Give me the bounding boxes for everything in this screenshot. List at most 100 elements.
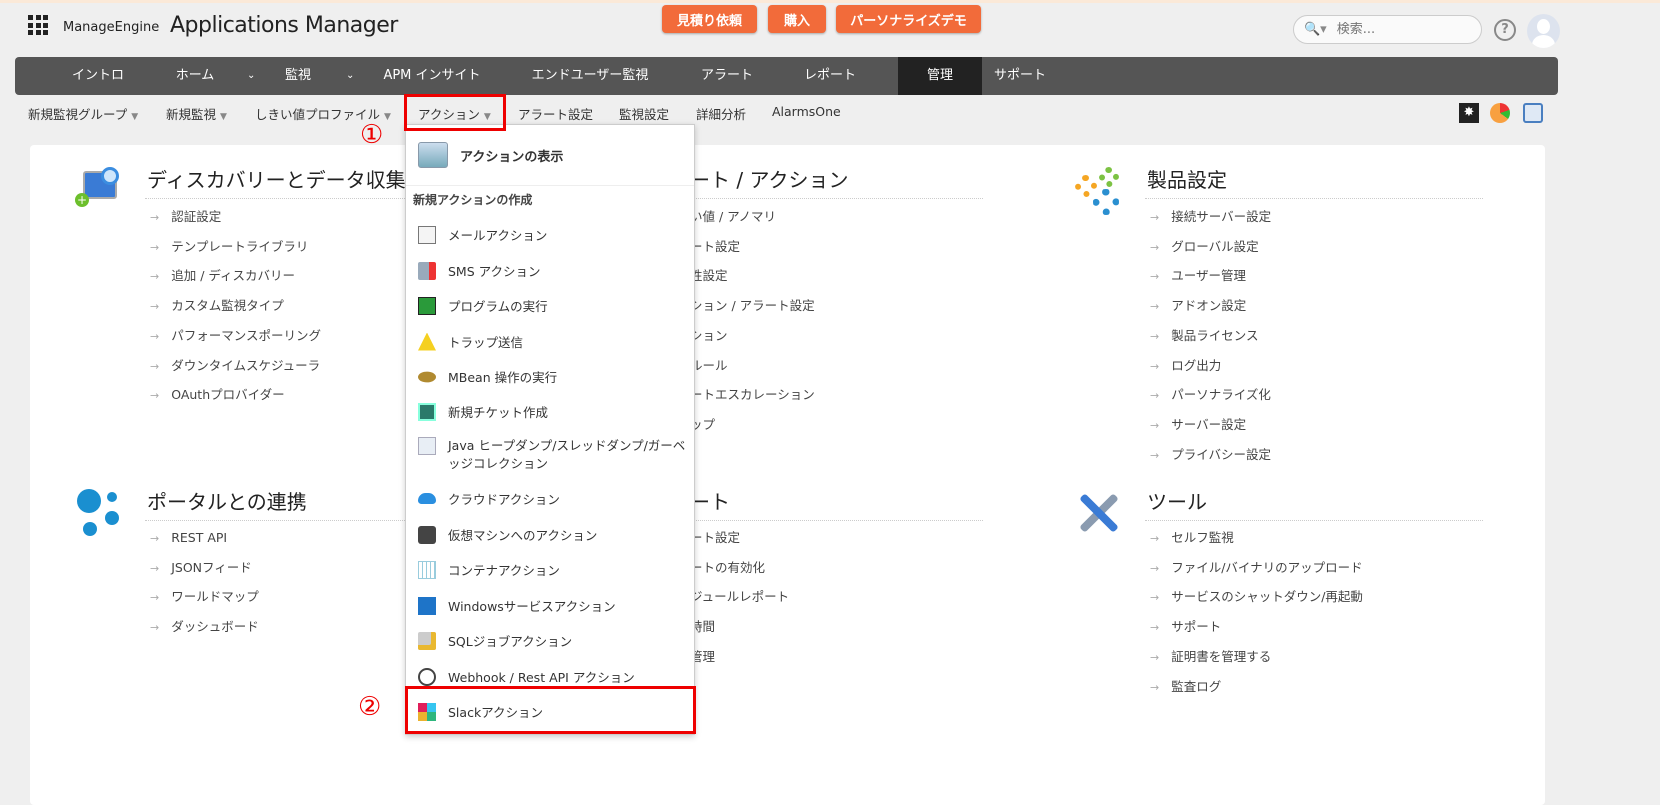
dropdown-item-sms[interactable]: SMS アクション (418, 261, 541, 280)
view-actions-item[interactable]: アクションの表示 (418, 142, 563, 168)
menu-link[interactable]: → 認証設定 (150, 206, 221, 225)
menu-link[interactable]: ション / アラート設定 (690, 295, 815, 314)
dropdown-item-cloud[interactable]: クラウドアクション (418, 489, 560, 508)
tools-icon (1075, 489, 1125, 539)
nav-reports[interactable]: レポート (804, 57, 856, 95)
menu-link[interactable]: → ファイル/バイナリのアップロード (1150, 557, 1363, 576)
nav-admin[interactable]: 管理 (898, 57, 982, 95)
chevron-down-icon[interactable]: ⌄ (247, 57, 255, 95)
section-title-portal: ポータルとの連携 (147, 490, 307, 514)
pie-chart-icon[interactable] (1490, 103, 1510, 123)
menu-link[interactable]: → 製品ライセンス (1150, 325, 1258, 344)
program-icon (418, 296, 436, 315)
printer-icon[interactable] (1523, 103, 1543, 123)
menu-link[interactable]: → ログ出力 (1150, 355, 1221, 374)
link-label: ルール (690, 357, 728, 373)
arrow-icon: → (1150, 329, 1160, 343)
subnav-new-group[interactable]: 新規監視グループ ▼ (28, 104, 138, 123)
link-label: REST API (171, 530, 228, 545)
dropdown-item-vm[interactable]: 仮想マシンへのアクション (418, 525, 597, 544)
menu-link[interactable]: ートエスカレーション (690, 384, 815, 403)
menu-link[interactable]: → パーソナライズ化 (1150, 384, 1271, 403)
dropdown-item-sql[interactable]: SQLジョブアクション (418, 631, 572, 650)
menu-link[interactable]: → ダッシュボード (150, 616, 259, 635)
subnav-analytics[interactable]: 詳細分析 (696, 104, 746, 123)
dropdown-item-program[interactable]: プログラムの実行 (418, 296, 548, 315)
nav-home[interactable]: ホーム (176, 57, 215, 95)
user-avatar[interactable] (1527, 14, 1560, 48)
menu-link[interactable]: → 追加 / ディスカバリー (150, 265, 295, 284)
arrow-icon: → (150, 211, 160, 224)
dropdown-item-mbean[interactable]: MBean 操作の実行 (415, 367, 557, 386)
menu-link[interactable]: → ワールドマップ (150, 586, 259, 605)
buy-button[interactable]: 購入 (768, 5, 826, 33)
actions-dropdown-menu: アクションの表示 新規アクションの作成 メールアクション SMS アクションプログ… (405, 124, 695, 735)
dropdown-item-ticket[interactable]: 新規チケット作成 (418, 402, 548, 421)
menu-link[interactable]: → カスタム監視タイプ (150, 295, 284, 314)
search-box[interactable]: 🔍▾ (1293, 15, 1482, 44)
chevron-down-icon[interactable]: ⌄ (346, 57, 354, 95)
dropdown-item-java[interactable]: Java ヒープダンプ/スレッドダンプ/ガーベッジコレクション (418, 437, 693, 473)
quote-button[interactable]: 見積り依頼 (662, 5, 757, 33)
menu-link[interactable]: → JSONフィード (150, 557, 252, 576)
link-label: パフォーマンスポーリング (171, 327, 321, 343)
menu-link[interactable]: → 接続サーバー設定 (1150, 206, 1271, 225)
dropdown-item-warning[interactable]: トラップ送信 (418, 332, 523, 351)
menu-link[interactable]: → REST API (150, 527, 227, 546)
label: アクションの表示 (460, 149, 564, 165)
menu-link[interactable]: → セルフ監視 (1150, 527, 1234, 546)
menu-link[interactable]: → ユーザー管理 (1150, 265, 1246, 284)
dropdown-item-mail[interactable]: メールアクション (418, 225, 547, 244)
create-action-header: 新規アクションの作成 (413, 193, 533, 207)
top-accent-line (0, 0, 1660, 3)
subnav-monitor-settings[interactable]: 監視設定 (619, 104, 669, 123)
arrow-icon: → (150, 389, 160, 403)
label: プログラムの実行 (448, 299, 548, 314)
menu-link[interactable]: → OAuthプロバイダー (150, 384, 285, 403)
menu-link[interactable]: ートの有効化 (690, 557, 765, 576)
arrow-icon: → (1150, 621, 1160, 635)
menu-link[interactable]: → プライバシー設定 (1150, 444, 1271, 463)
menu-link[interactable]: → パフォーマンスポーリング (150, 325, 321, 344)
menu-link[interactable]: → サポート (1150, 616, 1221, 635)
label: 新規監視グループ (28, 107, 128, 122)
app-grid-icon[interactable] (28, 15, 48, 35)
menu-link[interactable]: ジュールレポート (690, 586, 789, 605)
subnav-alarmsone[interactable]: AlarmsOne (772, 104, 841, 119)
menu-link[interactable]: → グローバル設定 (1150, 236, 1259, 255)
help-icon[interactable]: ? (1494, 19, 1516, 41)
menu-link[interactable]: ション (690, 325, 728, 344)
nav-apm-insight[interactable]: APM インサイト (383, 57, 480, 95)
nav-monitors[interactable]: 監視 (285, 57, 311, 95)
menu-link[interactable]: → サーバー設定 (1150, 414, 1246, 433)
menu-link[interactable]: ート設定 (690, 236, 740, 255)
arrow-icon: → (1150, 532, 1160, 545)
nav-alarms[interactable]: アラート (701, 57, 753, 95)
caret-down-icon: ▼ (384, 112, 391, 122)
aperture-icon[interactable]: ✸ (1459, 103, 1479, 123)
menu-link[interactable]: → 証明書を管理する (1150, 646, 1271, 665)
link-label: ワールドマップ (171, 589, 259, 605)
menu-link[interactable]: 性設定 (690, 265, 728, 284)
menu-link[interactable]: → テンプレートライブラリ (150, 236, 308, 255)
menu-link[interactable]: → サービスのシャットダウン/再起動 (1150, 586, 1363, 605)
menu-link[interactable]: ート設定 (690, 527, 740, 546)
menu-link[interactable]: ルール (690, 355, 728, 374)
dropdown-item-windows[interactable]: Windowsサービスアクション (418, 596, 616, 615)
personalized-demo-button[interactable]: パーソナライズデモ (836, 5, 981, 33)
arrow-icon: → (150, 359, 160, 373)
menu-link[interactable]: → ダウンタイムスケジューラ (150, 355, 320, 374)
search-input[interactable] (1336, 22, 1477, 37)
subnav-new-monitor[interactable]: 新規監視 ▼ (166, 104, 227, 123)
mbean-icon (415, 369, 439, 384)
link-label: JSONフィード (171, 559, 252, 575)
subnav-alert-settings[interactable]: アラート設定 (518, 104, 593, 123)
nav-intro[interactable]: イントロ (72, 57, 124, 95)
menu-link[interactable]: → 監査ログ (1150, 676, 1221, 695)
dropdown-item-container[interactable]: コンテナアクション (418, 560, 560, 579)
menu-link[interactable]: い値 / アノマリ (690, 206, 776, 225)
nav-support[interactable]: サポート (994, 57, 1046, 95)
menu-link[interactable]: → アドオン設定 (1150, 295, 1246, 314)
dropdown-item-webhook[interactable]: Webhook / Rest API アクション (418, 667, 635, 686)
nav-end-user[interactable]: エンドユーザー監視 (532, 57, 649, 95)
